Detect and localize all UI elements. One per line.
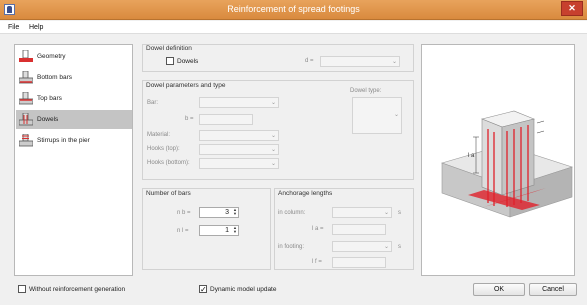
dowel-type-select[interactable]: ⌄ — [352, 97, 402, 134]
sidebar-item-dowels[interactable]: Dowels — [16, 110, 132, 129]
nb-stepper[interactable]: 3 ▲ ▼ — [199, 207, 239, 218]
sidebar-item-stirrups[interactable]: Stirrups in the pier — [16, 131, 132, 150]
material-label: Material: — [147, 132, 171, 138]
chevron-down-icon: ⌄ — [383, 244, 389, 250]
footing-3d-drawing: l a — [441, 110, 573, 218]
cancel-button[interactable]: Cancel — [529, 283, 577, 296]
d-label: d = — [305, 58, 314, 64]
menu-help[interactable]: Help — [29, 24, 43, 31]
chevron-down-icon: ⌄ — [270, 133, 276, 139]
la-label: l a = — [312, 226, 324, 232]
lf-label: l f = — [312, 259, 322, 265]
nb-label: n b = — [177, 210, 191, 216]
close-button[interactable]: ✕ — [561, 1, 583, 16]
lf-input[interactable] — [332, 257, 386, 268]
in-column-unit: s — [398, 210, 401, 216]
menu-bar — [0, 21, 587, 34]
sidebar-item-label: Dowels — [37, 116, 59, 123]
without-reinforcement-label: Without reinforcement generation — [29, 286, 126, 293]
top-bars-icon — [19, 92, 33, 105]
chevron-down-icon: ⌄ — [270, 147, 276, 153]
bar-select[interactable]: ⌄ — [199, 97, 279, 108]
without-reinforcement-checkbox[interactable] — [18, 285, 26, 293]
anchorage-title: Anchorage lengths — [278, 190, 333, 197]
b-input[interactable] — [199, 114, 253, 125]
number-of-bars-title: Number of bars — [146, 190, 191, 197]
in-column-select[interactable]: ⌄ — [332, 207, 392, 218]
bottom-bars-icon — [19, 71, 33, 84]
dowel-params-title: Dowel parameters and type — [146, 82, 226, 89]
dynamic-update-checkbox[interactable]: ✓ — [199, 285, 207, 294]
nb-value: 3 — [225, 209, 229, 216]
d-select[interactable]: ⌄ — [320, 56, 400, 67]
dowels-checkbox[interactable] — [166, 57, 174, 65]
hooks-top-select[interactable]: ⌄ — [199, 144, 279, 155]
sidebar-item-label: Geometry — [37, 53, 66, 60]
hooks-bottom-select[interactable]: ⌄ — [199, 158, 279, 169]
window-title: Reinforcement of spread footings — [227, 4, 360, 14]
in-footing-select[interactable]: ⌄ — [332, 241, 392, 252]
spinner-icon[interactable]: ▲ ▼ — [233, 226, 237, 234]
check-icon: ✓ — [200, 285, 207, 294]
sidebar-item-label: Top bars — [37, 95, 62, 102]
chevron-down-icon: ⌄ — [391, 59, 397, 65]
hooks-top-label: Hooks (top): — [147, 146, 180, 152]
la-input[interactable] — [332, 224, 386, 235]
sidebar-nav: Geometry Bottom bars Top bars Dowels Sti… — [14, 44, 133, 276]
ok-button[interactable]: OK — [473, 283, 525, 296]
nl-value: 1 — [225, 227, 229, 234]
dowel-type-label: Dowel type: — [350, 88, 382, 94]
geometry-icon — [19, 50, 33, 62]
stirrups-icon — [19, 134, 33, 147]
sidebar-item-top-bars[interactable]: Top bars — [16, 89, 132, 108]
chevron-down-icon: ⌄ — [270, 100, 276, 106]
b-label: b = — [185, 116, 194, 122]
material-select[interactable]: ⌄ — [199, 130, 279, 141]
dynamic-update-label: Dynamic model update — [210, 286, 277, 293]
footing-preview: l a — [421, 44, 575, 276]
sidebar-item-label: Bottom bars — [37, 74, 73, 81]
in-footing-label: in footing: — [278, 244, 305, 250]
nl-stepper[interactable]: 1 ▲ ▼ — [199, 225, 239, 236]
spinner-icon[interactable]: ▲ ▼ — [233, 208, 237, 216]
sidebar-item-geometry[interactable]: Geometry — [16, 47, 132, 66]
dowels-icon — [19, 113, 33, 126]
menu-file[interactable]: File — [8, 24, 19, 31]
nl-label: n l = — [177, 228, 189, 234]
in-column-label: in column: — [278, 210, 306, 216]
chevron-down-icon: ⌄ — [393, 112, 399, 118]
bar-label: Bar: — [147, 100, 159, 106]
sidebar-item-label: Stirrups in the pier — [37, 137, 90, 144]
in-footing-unit: s — [398, 244, 401, 250]
dowels-label: Dowels — [177, 58, 199, 65]
chevron-down-icon: ⌄ — [270, 161, 276, 167]
hooks-bottom-label: Hooks (bottom): — [147, 160, 190, 166]
dowel-definition-title: Dowel definition — [146, 45, 192, 52]
app-icon — [4, 4, 15, 15]
sidebar-item-bottom-bars[interactable]: Bottom bars — [16, 68, 132, 87]
chevron-down-icon: ⌄ — [383, 210, 389, 216]
la-dimension-label: l a — [468, 153, 475, 159]
